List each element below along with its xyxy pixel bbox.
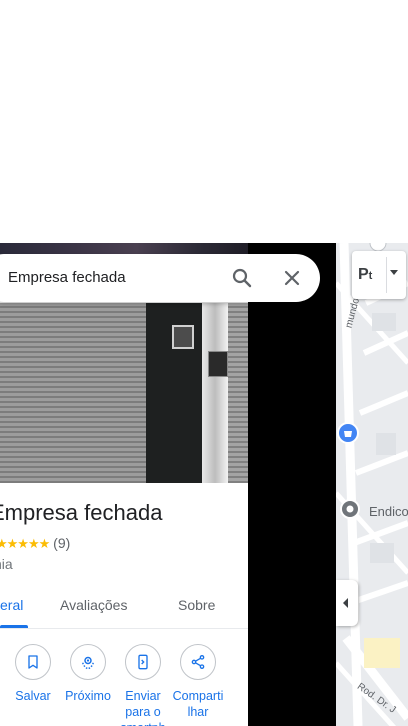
- send-to-phone-label: Enviar para o smartph: [120, 689, 165, 726]
- close-icon[interactable]: [280, 266, 304, 290]
- star-rating-icon: ★★★★★: [0, 536, 50, 551]
- shopping-pin-icon[interactable]: [337, 422, 359, 444]
- photo-switch: [208, 351, 228, 377]
- place-category[interactable]: nia: [0, 556, 13, 572]
- map-place-label[interactable]: Endico: [369, 504, 408, 519]
- share-icon: [180, 644, 216, 680]
- share-label: Comparti lhar: [172, 689, 224, 719]
- nearby-icon: [70, 644, 106, 680]
- place-photo[interactable]: [0, 303, 248, 483]
- collapse-panel-button[interactable]: [336, 580, 358, 626]
- action-row: Salvar Próximo Enviar para o smartph Com…: [0, 644, 248, 726]
- blank-area: [0, 0, 408, 243]
- place-title: Empresa fechada: [0, 500, 163, 525]
- send-to-phone-icon: [125, 644, 161, 680]
- review-count: (9): [53, 535, 71, 551]
- send-to-phone-button[interactable]: Enviar para o smartph: [114, 644, 172, 726]
- layer-switch-button[interactable]: Pt: [352, 251, 406, 299]
- search-input[interactable]: Empresa fechada: [8, 269, 126, 286]
- photo-meter: [172, 325, 194, 349]
- tab-overview[interactable]: eral: [0, 597, 23, 613]
- photo-pillar: [202, 303, 228, 483]
- rating-row[interactable]: ★★★★★ (9): [0, 535, 70, 552]
- place-tabs: eral Avaliações Sobre: [0, 585, 248, 629]
- map-divider-gap: [248, 243, 336, 726]
- search-icon[interactable]: [230, 266, 254, 290]
- tab-about[interactable]: Sobre: [178, 597, 215, 613]
- map-view[interactable]: mundo P Rod. Dr. J Endico: [336, 243, 408, 726]
- nearby-label: Próximo: [65, 689, 111, 703]
- save-label: Salvar: [15, 689, 51, 703]
- share-button[interactable]: Comparti lhar: [169, 644, 227, 720]
- chevron-left-icon: [343, 598, 348, 608]
- layer-divider: [386, 257, 387, 293]
- search-box[interactable]: Empresa fechada: [0, 254, 320, 302]
- bookmark-icon: [15, 644, 51, 680]
- photo-shutter: [0, 303, 146, 483]
- place-pin-icon[interactable]: [340, 499, 360, 519]
- layer-label: Pt: [358, 266, 373, 283]
- save-button[interactable]: Salvar: [4, 644, 62, 704]
- photo-shutter-right: [228, 303, 248, 483]
- place-panel: Empresa fechada ★★★★★ (9) nia eral Avali…: [0, 243, 248, 726]
- nearby-button[interactable]: Próximo: [59, 644, 117, 704]
- chevron-down-icon[interactable]: [390, 270, 398, 275]
- tab-reviews[interactable]: Avaliações: [60, 597, 127, 613]
- tab-active-indicator: [0, 625, 28, 628]
